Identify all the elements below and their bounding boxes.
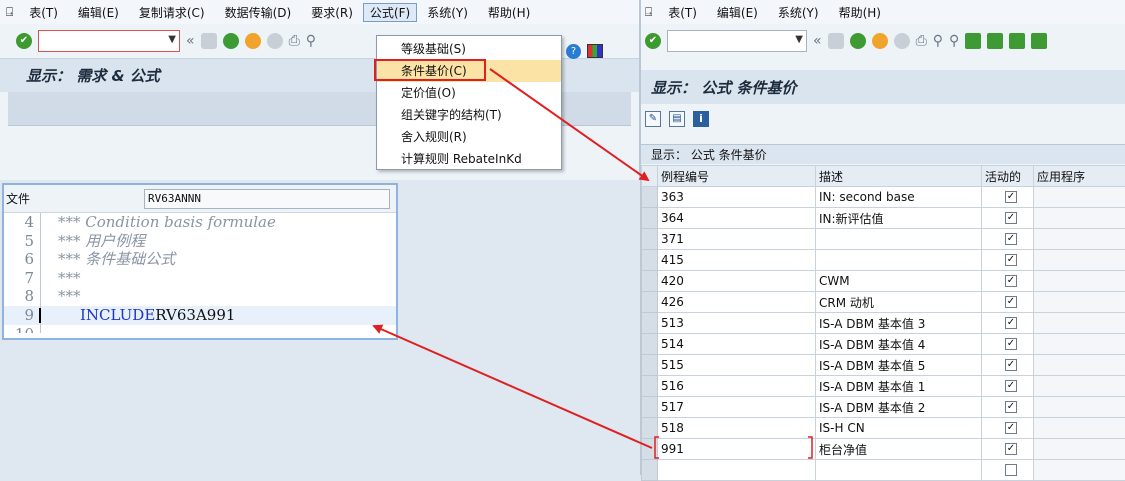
annotation-arrows <box>0 0 1125 475</box>
arrow-menu-to-table <box>490 69 648 180</box>
arrow-row-to-include <box>374 326 652 448</box>
highlight-bracket-991 <box>655 437 812 458</box>
